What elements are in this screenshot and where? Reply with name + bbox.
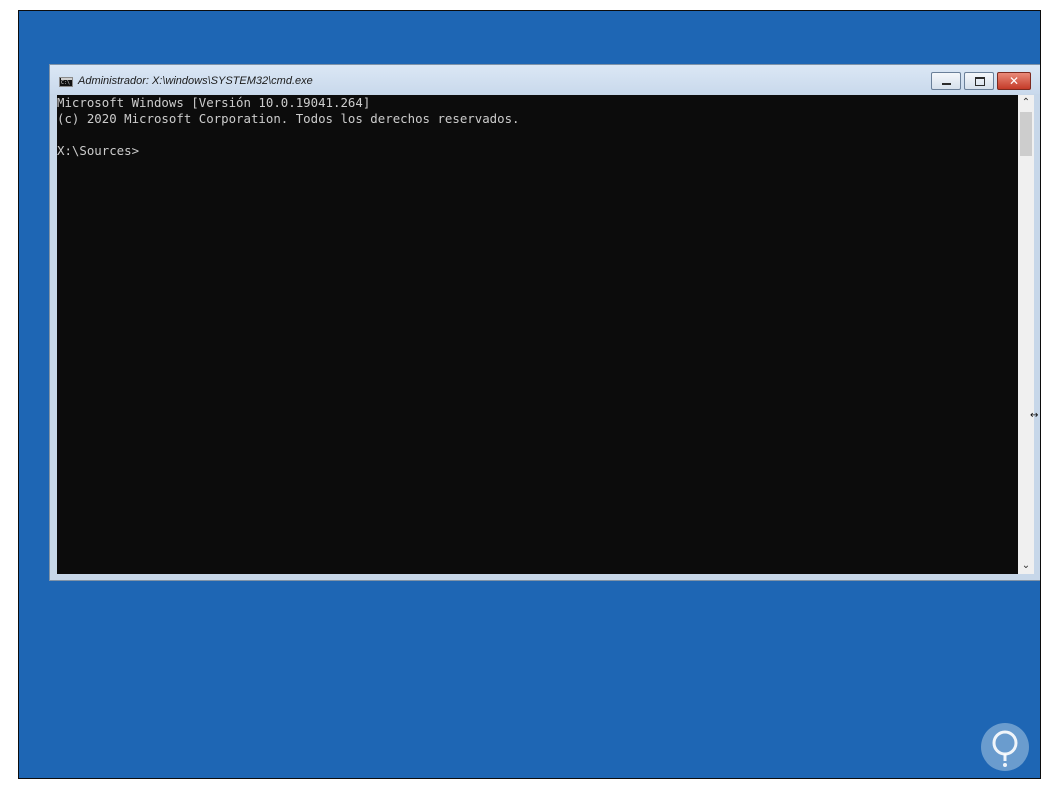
scroll-up-arrow-icon[interactable]: ⌃ [1018, 95, 1034, 111]
close-icon: ✕ [1008, 74, 1020, 88]
close-button[interactable]: ✕ [997, 72, 1031, 90]
resize-cursor-icon: ↔ [1030, 410, 1039, 421]
minimize-button[interactable] [931, 72, 961, 90]
cmd-window[interactable]: Administrador: X:\windows\SYSTEM32\cmd.e… [49, 64, 1040, 581]
window-title: Administrador: X:\windows\SYSTEM32\cmd.e… [78, 75, 313, 87]
setup-screen: Administrador: X:\windows\SYSTEM32\cmd.e… [18, 10, 1041, 779]
vertical-scrollbar[interactable]: ⌃ ⌄ [1018, 95, 1034, 574]
scroll-thumb[interactable] [1020, 112, 1032, 156]
command-prompt[interactable]: X:\Sources> [57, 143, 139, 159]
scroll-down-arrow-icon[interactable]: ⌄ [1018, 558, 1034, 574]
maximize-button[interactable] [964, 72, 994, 90]
console-line: (c) 2020 Microsoft Corporation. Todos lo… [57, 111, 520, 126]
watermark-logo-icon [981, 723, 1029, 771]
title-bar[interactable]: Administrador: X:\windows\SYSTEM32\cmd.e… [50, 65, 1040, 94]
console-output[interactable]: Microsoft Windows [Versión 10.0.19041.26… [57, 95, 1018, 574]
command-prompt-icon[interactable] [59, 77, 73, 87]
console-line: Microsoft Windows [Versión 10.0.19041.26… [57, 95, 371, 110]
